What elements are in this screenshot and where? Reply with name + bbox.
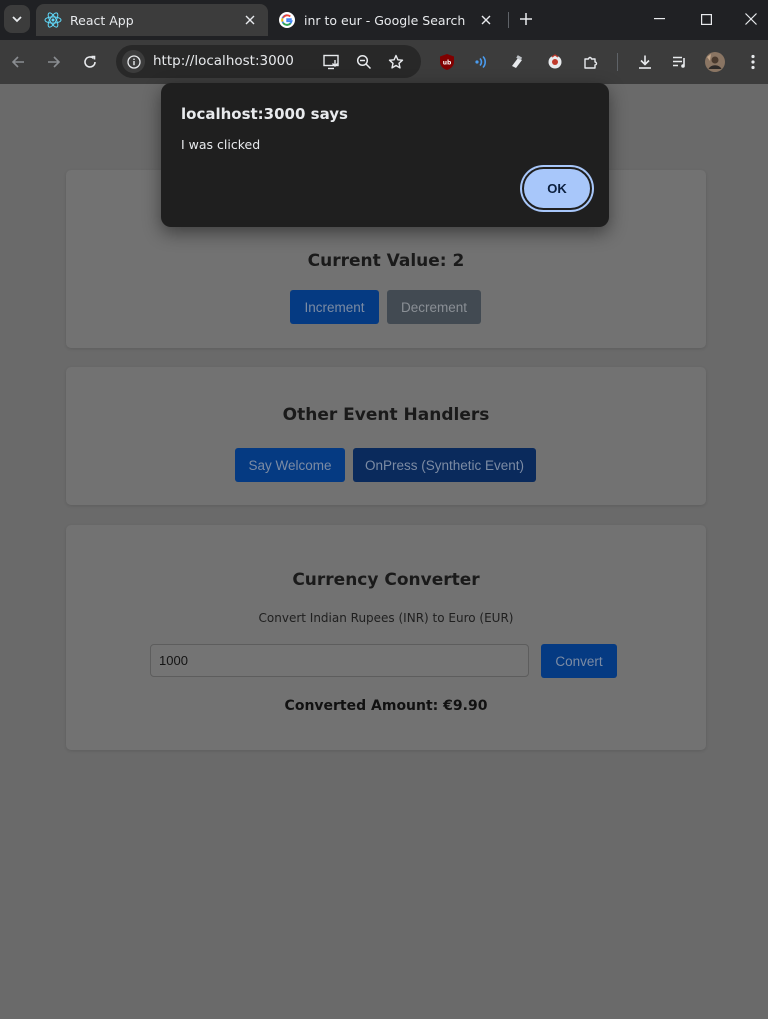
converter-heading: Currency Converter [292, 570, 480, 590]
dialog-message: I was clicked [181, 137, 261, 152]
amount-input[interactable]: 1000 [150, 644, 529, 677]
google-icon [278, 11, 296, 29]
plus-icon [520, 13, 532, 25]
counter-heading: Current Value: 2 [307, 251, 465, 271]
tab-search-button[interactable] [4, 5, 30, 33]
close-icon[interactable] [242, 12, 258, 28]
react-icon [44, 11, 62, 29]
more-menu-icon[interactable] [743, 52, 763, 72]
events-heading: Other Event Handlers [282, 405, 490, 425]
chevron-down-icon [12, 16, 22, 23]
convert-button[interactable]: Convert [541, 644, 617, 678]
tools-extension-icon[interactable] [507, 52, 527, 72]
maximize-button[interactable] [683, 0, 729, 38]
new-tab-button[interactable] [515, 8, 537, 30]
install-app-icon[interactable] [323, 53, 341, 71]
ok-button[interactable]: OK [522, 167, 592, 210]
minimize-icon [653, 18, 665, 20]
browser-toolbar: http://localhost:3000 ub [0, 40, 768, 84]
minimize-button[interactable] [636, 0, 682, 38]
tab-strip: React App inr to eur - Google Search [0, 0, 768, 40]
arrow-left-icon [11, 56, 24, 68]
dialog-title: localhost:3000 says [181, 105, 348, 123]
converter-subtitle: Convert Indian Rupees (INR) to Euro (EUR… [258, 611, 514, 625]
close-icon [745, 13, 757, 25]
close-window-button[interactable] [728, 0, 768, 38]
say-welcome-button[interactable]: Say Welcome [235, 448, 345, 482]
decrement-button[interactable]: Decrement [387, 290, 481, 324]
star-icon[interactable] [387, 53, 405, 71]
info-icon[interactable] [122, 50, 145, 73]
alert-dialog: localhost:3000 says I was clicked OK [161, 83, 609, 227]
address-bar[interactable]: http://localhost:3000 [116, 45, 421, 78]
back-button[interactable] [6, 50, 30, 74]
puzzle-icon[interactable] [581, 52, 601, 72]
media-queue-icon[interactable] [670, 52, 690, 72]
url-text: http://localhost:3000 [153, 53, 294, 69]
increment-button[interactable]: Increment [290, 290, 379, 324]
avatar[interactable] [705, 52, 725, 72]
arrow-right-icon [48, 56, 61, 68]
onpress-button[interactable]: OnPress (Synthetic Event) [353, 448, 536, 482]
download-icon[interactable] [635, 52, 655, 72]
currency-converter-card: Currency Converter Convert Indian Rupees… [66, 525, 706, 750]
tab-react-app[interactable]: React App [36, 4, 268, 36]
zoom-icon[interactable] [355, 53, 373, 71]
tab-title: React App [70, 12, 134, 28]
converted-amount: Converted Amount: €9.90 [284, 698, 488, 714]
reload-icon [84, 55, 96, 68]
event-handlers-card: Other Event Handlers Say Welcome OnPress… [66, 367, 706, 505]
svg-text:ub: ub [443, 60, 452, 67]
toolbar-separator [617, 53, 618, 71]
wifi-extension-icon[interactable] [472, 52, 492, 72]
tab-google-search[interactable]: inr to eur - Google Search [270, 4, 504, 36]
tab-title: inr to eur - Google Search [304, 12, 466, 28]
maximize-icon [700, 13, 712, 25]
record-extension-icon[interactable] [545, 52, 565, 72]
tab-separator [508, 12, 509, 28]
reload-button[interactable] [78, 50, 102, 74]
forward-button[interactable] [42, 50, 66, 74]
close-icon[interactable] [478, 12, 494, 28]
ublock-icon[interactable]: ub [437, 52, 457, 72]
